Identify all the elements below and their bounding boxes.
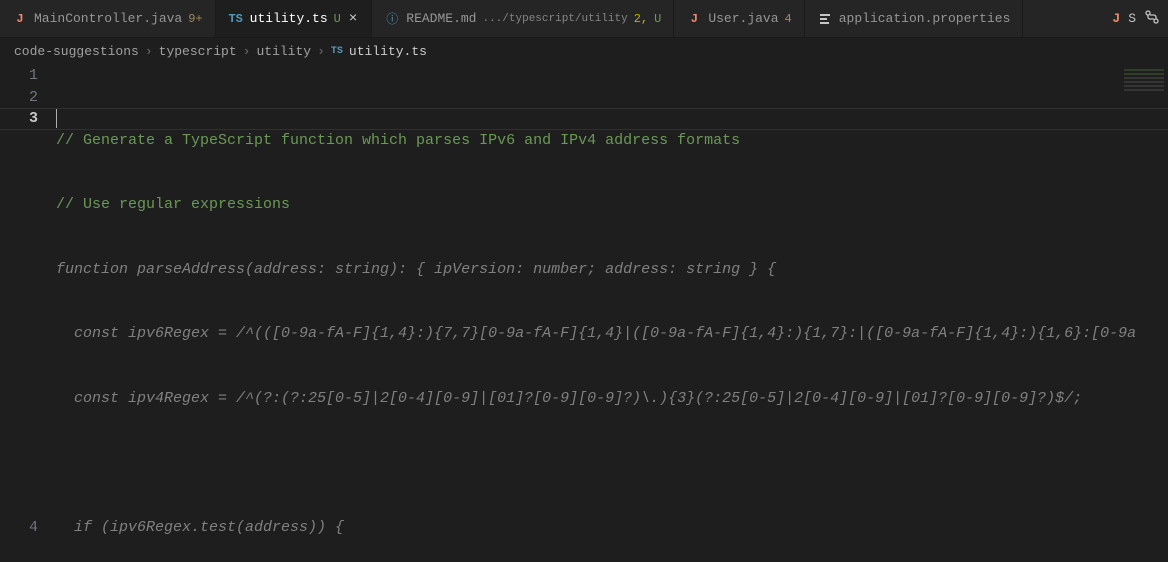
tab-label: application.properties bbox=[839, 11, 1011, 26]
line-number: 3 bbox=[0, 108, 38, 130]
text-cursor bbox=[56, 109, 57, 128]
tab-label: MainController.java bbox=[34, 11, 182, 26]
code-comment: // Use regular expressions bbox=[56, 196, 290, 213]
tab-untracked-badge: U bbox=[654, 12, 661, 26]
inline-suggestion: const ipv6Regex = /^(([0-9a-fA-F]{1,4}:)… bbox=[56, 323, 1168, 345]
tab-application-properties[interactable]: application.properties bbox=[805, 0, 1024, 37]
breadcrumb-segment[interactable]: code-suggestions bbox=[14, 44, 139, 59]
tabs-actions: J S bbox=[1112, 9, 1168, 29]
tab-label: README.md bbox=[406, 11, 476, 26]
tab-warning-badge: 2, bbox=[634, 12, 648, 26]
tab-label: User.java bbox=[708, 11, 778, 26]
java-icon: J bbox=[12, 11, 28, 27]
inline-suggestion bbox=[56, 452, 1168, 474]
line-number: 2 bbox=[0, 87, 38, 109]
minimap[interactable] bbox=[1124, 69, 1164, 93]
line-number-gutter: 1 2 3 4 bbox=[0, 65, 56, 562]
tab-close-button[interactable]: × bbox=[347, 11, 359, 27]
breadcrumb-segment[interactable]: utility bbox=[256, 44, 311, 59]
editor-tabs: J MainController.java 9+ TS utility.ts U… bbox=[0, 0, 1168, 38]
chevron-right-icon: › bbox=[317, 44, 325, 59]
breadcrumb[interactable]: code-suggestions › typescript › utility … bbox=[0, 38, 1168, 65]
inline-suggestion: const ipv4Regex = /^(?:(?:25[0-5]|2[0-4]… bbox=[56, 388, 1168, 410]
tab-maincontroller[interactable]: J MainController.java 9+ bbox=[0, 0, 216, 37]
tab-untracked-badge: U bbox=[334, 12, 341, 26]
code-content[interactable]: // Generate a TypeScript function which … bbox=[56, 65, 1168, 562]
typescript-icon: TS bbox=[228, 11, 244, 27]
line-number-spacer bbox=[0, 130, 38, 517]
java-icon: J bbox=[1112, 11, 1120, 26]
tab-subpath: .../typescript/utility bbox=[482, 13, 627, 25]
chevron-right-icon: › bbox=[145, 44, 153, 59]
breadcrumb-segment[interactable]: typescript bbox=[159, 44, 237, 59]
tab-utility-ts[interactable]: TS utility.ts U × bbox=[216, 0, 373, 37]
inline-suggestion: if (ipv6Regex.test(address)) { bbox=[56, 517, 1168, 539]
tab-problems-badge: 9+ bbox=[188, 12, 202, 26]
tab-user-java[interactable]: J User.java 4 bbox=[674, 0, 804, 37]
typescript-icon: TS bbox=[331, 46, 343, 57]
tab-readme[interactable]: ⓘ README.md .../typescript/utility 2, U bbox=[372, 0, 674, 37]
line-number: 1 bbox=[0, 65, 38, 87]
java-icon: J bbox=[686, 11, 702, 27]
code-editor[interactable]: 1 2 3 4 // Generate a TypeScript functio… bbox=[0, 65, 1168, 562]
line-number: 4 bbox=[0, 517, 38, 539]
code-comment: // Generate a TypeScript function which … bbox=[56, 132, 740, 149]
properties-icon bbox=[817, 11, 833, 27]
tab-overflow-label: S bbox=[1128, 11, 1136, 26]
chevron-right-icon: › bbox=[243, 44, 251, 59]
tab-label: utility.ts bbox=[250, 11, 328, 26]
compare-changes-icon[interactable] bbox=[1144, 9, 1160, 29]
breadcrumb-file[interactable]: utility.ts bbox=[349, 44, 427, 59]
info-icon: ⓘ bbox=[384, 11, 400, 27]
inline-suggestion: function parseAddress(address: string): … bbox=[56, 259, 1168, 281]
tab-problems-badge: 4 bbox=[785, 12, 792, 26]
